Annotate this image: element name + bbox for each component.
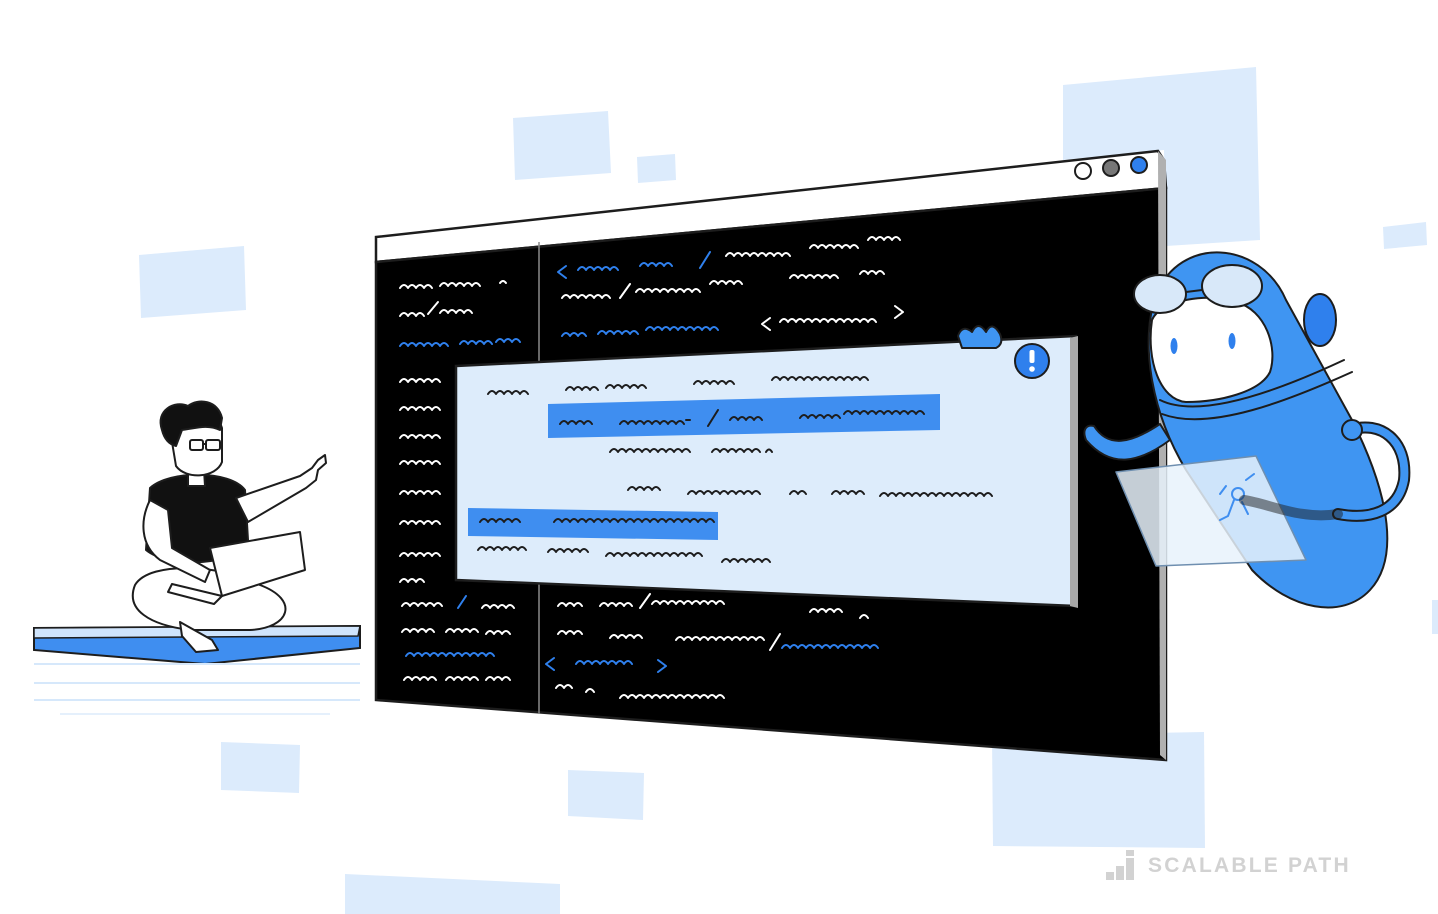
bg-block bbox=[1432, 600, 1438, 634]
bg-block bbox=[637, 154, 676, 183]
brand-logo: SCALABLE PATH bbox=[1148, 850, 1351, 882]
window-dot-white bbox=[1074, 162, 1092, 180]
illustration-canvas bbox=[33, 67, 1438, 914]
brand-name: SCALABLE PATH bbox=[1148, 854, 1351, 877]
window-dot-gray bbox=[1102, 159, 1120, 177]
bg-block bbox=[345, 874, 560, 914]
bg-block bbox=[1383, 222, 1427, 249]
bg-block bbox=[139, 246, 246, 318]
bg-block bbox=[221, 742, 300, 793]
exclamation-icon bbox=[1014, 343, 1050, 379]
window-dot-blue bbox=[1130, 156, 1148, 174]
code-review-popup bbox=[454, 334, 1078, 608]
bar-steps-logo-icon bbox=[1106, 850, 1134, 880]
highlight-line-2 bbox=[468, 508, 718, 540]
developer-person bbox=[132, 400, 327, 653]
bg-block bbox=[513, 111, 611, 180]
bg-block bbox=[568, 770, 644, 820]
